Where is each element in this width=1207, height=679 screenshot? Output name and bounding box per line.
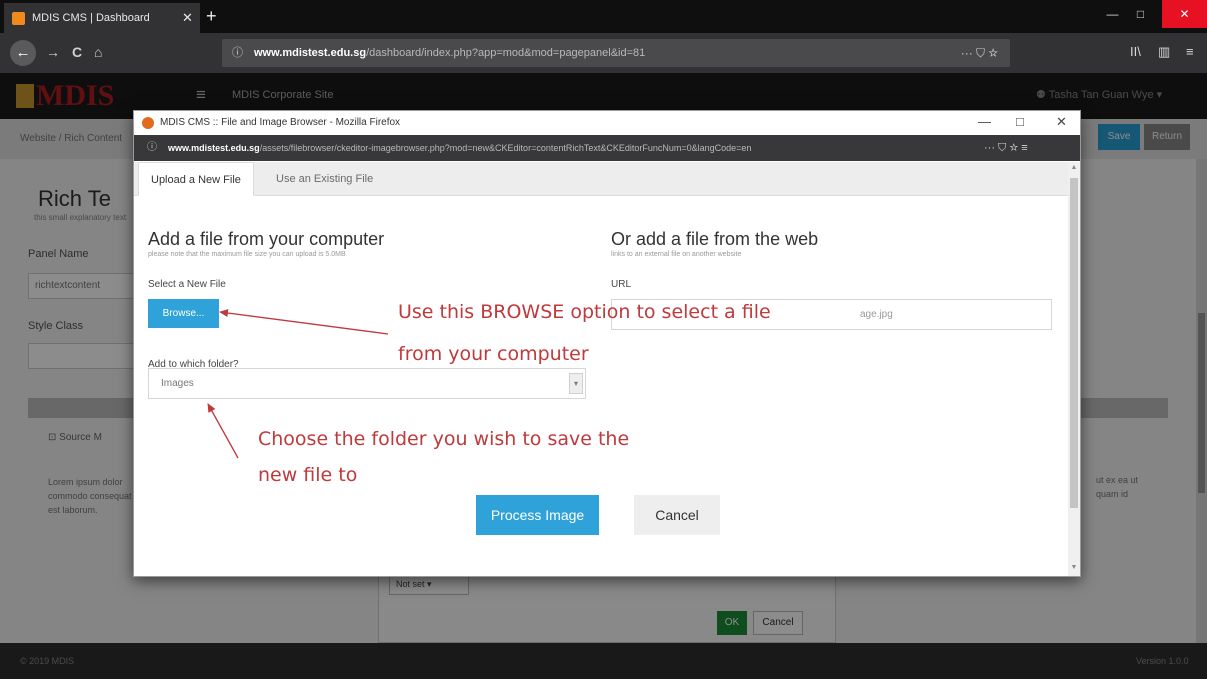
chevron-down-icon[interactable]: ▾ <box>569 373 583 394</box>
browse-annotation-line2: from your computer <box>398 343 589 365</box>
url-input-text: age.jpg <box>860 309 893 320</box>
browse-button[interactable]: Browse... <box>148 299 219 328</box>
popup-page-actions-icons[interactable]: ··· ⛉ ☆ ≡ <box>978 135 1078 161</box>
popup-maximize-button[interactable]: □ <box>1016 114 1024 130</box>
file-browser-window: MDIS CMS :: File and Image Browser - Moz… <box>133 110 1081 577</box>
library-icon[interactable]: II\ <box>1130 44 1141 60</box>
url-label: URL <box>611 279 632 290</box>
page-actions-icons[interactable]: ··· ⛉ ☆ <box>961 39 998 67</box>
close-window-button[interactable]: ✕ <box>1162 0 1207 28</box>
address-bar[interactable]: ⓘ www.mdistest.edu.sg/dashboard/index.ph… <box>222 39 1010 67</box>
upload-size-note: please note that the maximum file size y… <box>148 251 346 258</box>
browser-toolbar: ← → C ⌂ ⓘ www.mdistest.edu.sg/dashboard/… <box>0 33 1207 73</box>
popup-minimize-button[interactable]: — <box>978 114 991 130</box>
popup-close-button[interactable]: ✕ <box>1056 114 1067 130</box>
web-heading: Or add a file from the web <box>611 229 819 249</box>
popup-scroll-thumb[interactable] <box>1070 178 1078 508</box>
tab-close-icon[interactable]: ✕ <box>182 11 193 25</box>
url-host: www.mdistest.edu.sg <box>254 47 367 59</box>
popup-info-icon[interactable]: ⓘ <box>147 135 157 161</box>
popup-url-host: www.mdistest.edu.sg <box>168 143 260 153</box>
reload-button[interactable]: C <box>72 43 82 61</box>
tab-use-existing-file[interactable]: Use an Existing File <box>264 162 385 196</box>
cancel-button[interactable]: Cancel <box>634 495 720 535</box>
maximize-button[interactable]: □ <box>1118 0 1163 28</box>
scroll-up-icon[interactable]: ▲ <box>1068 164 1080 171</box>
browser-tab-bar: MDIS CMS | Dashboard ✕ + — □ ✕ <box>0 0 1207 33</box>
browser-tab-title: MDIS CMS | Dashboard <box>32 12 150 24</box>
web-note: links to an external file on another web… <box>611 251 742 258</box>
popup-address-bar[interactable]: ⓘ www.mdistest.edu.sg/assets/filebrowser… <box>134 135 1080 161</box>
new-tab-button[interactable]: + <box>206 6 217 26</box>
site-info-icon[interactable]: ⓘ <box>232 39 243 67</box>
popup-titlebar: MDIS CMS :: File and Image Browser - Moz… <box>134 111 1080 135</box>
select-file-label: Select a New File <box>148 279 226 290</box>
process-image-button[interactable]: Process Image <box>476 495 599 535</box>
folder-annotation-line1: Choose the folder you wish to save the <box>258 428 630 450</box>
folder-select-value: Images <box>161 378 194 389</box>
scroll-down-icon[interactable]: ▼ <box>1068 564 1080 571</box>
url-path: /dashboard/index.php?app=mod&mod=pagepan… <box>366 47 646 59</box>
tab-upload-new-file[interactable]: Upload a New File <box>138 162 254 196</box>
firefox-icon <box>142 117 154 129</box>
home-button[interactable]: ⌂ <box>94 43 102 61</box>
folder-select[interactable]: Images ▾ <box>148 368 586 399</box>
upload-heading: Add a file from your computer <box>148 229 385 249</box>
browser-tab[interactable]: MDIS CMS | Dashboard ✕ <box>4 3 200 33</box>
folder-annotation-line2: new file to <box>258 464 358 486</box>
forward-button[interactable]: → <box>46 43 60 61</box>
menu-icon[interactable]: ≡ <box>1186 44 1194 60</box>
sidebar-icon[interactable]: ▥ <box>1158 44 1170 60</box>
popup-url-path: /assets/filebrowser/ckeditor-imagebrowse… <box>259 143 752 153</box>
popup-title: MDIS CMS :: File and Image Browser - Moz… <box>160 117 401 128</box>
popup-scrollbar[interactable]: ▲ ▼ <box>1068 162 1080 576</box>
browse-annotation-line1: Use this BROWSE option to select a file <box>398 301 771 323</box>
favicon-icon <box>12 12 25 25</box>
back-button[interactable]: ← <box>10 40 36 66</box>
upload-tabs: Upload a New File Use an Existing File <box>134 162 1068 196</box>
